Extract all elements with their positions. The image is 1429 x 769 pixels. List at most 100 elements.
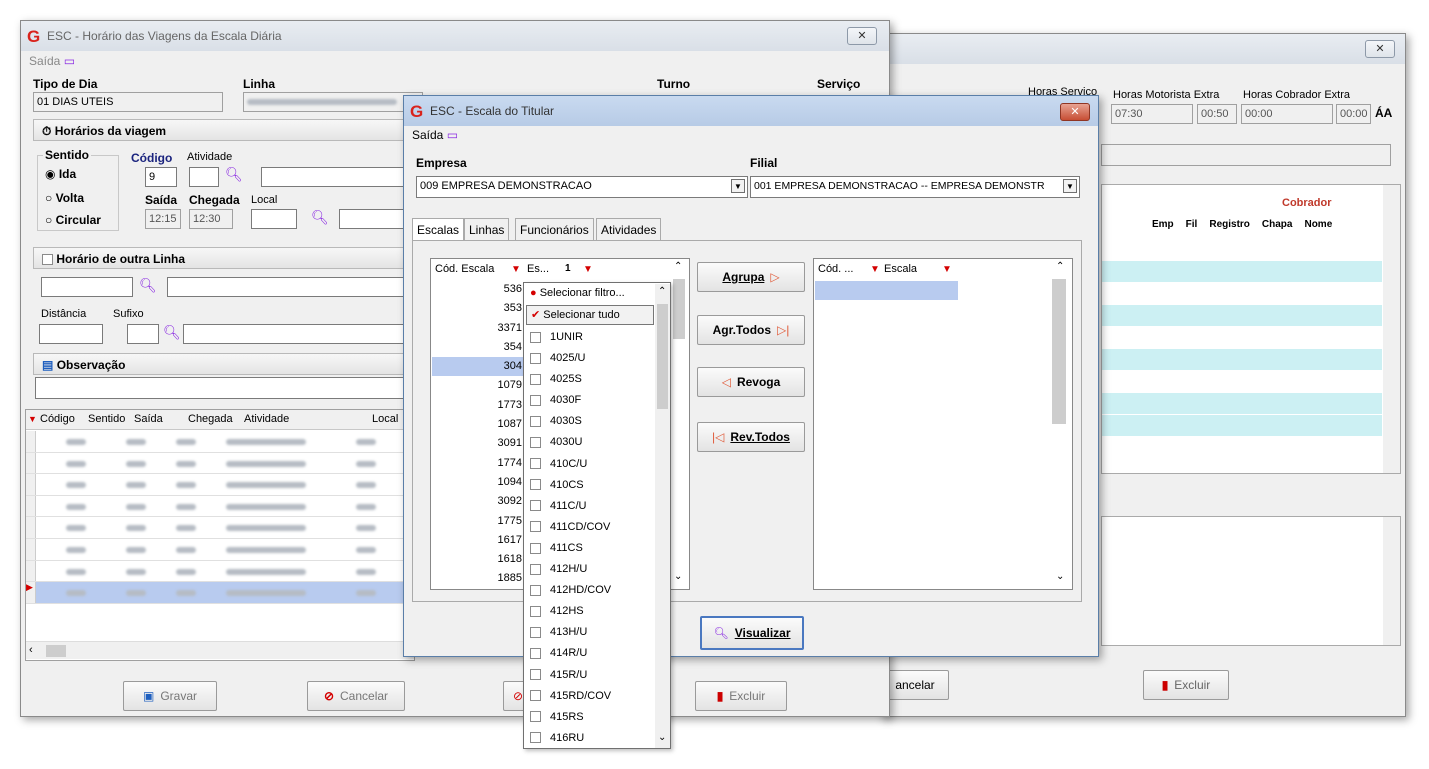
filter-checkbox[interactable] [530, 394, 541, 406]
filial-select[interactable]: 001 EMPRESA DEMONSTRACAO -- EMPRESA DEMO… [750, 176, 1080, 198]
filter-checkbox[interactable] [530, 331, 541, 343]
filter-checkbox[interactable] [530, 415, 541, 427]
outra-linha-code-field[interactable] [41, 277, 133, 297]
col-saida[interactable]: Saída [134, 413, 163, 425]
filter-checkbox[interactable] [530, 563, 541, 575]
atividade-code-field[interactable] [189, 167, 219, 187]
filter-checkbox[interactable] [530, 458, 541, 470]
radio-volta[interactable]: ○ Volta [45, 191, 84, 205]
tab-atividades[interactable]: Atividades [596, 218, 662, 240]
left-scroll-up-icon[interactable]: ⌃ [674, 261, 682, 272]
filter-vscroll[interactable]: ⌃ ⌄ [655, 284, 670, 748]
right-selected-row[interactable] [815, 281, 958, 300]
radio-circular[interactable]: ○ Circular [45, 213, 101, 227]
empresa-dropdown-icon[interactable]: ▼ [731, 179, 745, 193]
tab-escalas[interactable]: Escalas [412, 218, 465, 240]
gravar-button[interactable]: ▣ Gravar [123, 681, 217, 711]
filter-checkbox[interactable] [530, 584, 541, 596]
viagem-row[interactable] [26, 431, 414, 453]
viagens-hscroll-thumb[interactable] [46, 645, 66, 657]
filter-checkbox[interactable] [530, 626, 541, 638]
filter-checkbox[interactable] [530, 542, 541, 554]
col-cod-right[interactable]: Cód. ... [818, 263, 853, 275]
viagens-hscroll[interactable]: ‹ [26, 641, 414, 659]
col-escala-right[interactable]: Escala [884, 263, 917, 275]
bg-grid-scrollbar[interactable] [1383, 185, 1400, 473]
scroll-left-icon[interactable]: ‹ [29, 644, 33, 656]
filter-checkbox[interactable] [530, 669, 541, 681]
atividade-search-icon[interactable]: 🔍︎ [225, 166, 243, 183]
bg-excluir-button[interactable]: ▮ Excluir [1143, 670, 1229, 700]
filter-scroll-down-icon[interactable]: ⌄ [658, 732, 666, 743]
filter-item[interactable]: 415RD/COV [526, 686, 654, 707]
filter-checkbox[interactable] [530, 437, 541, 449]
font-size-icon[interactable]: ÁA [1375, 106, 1392, 120]
filter-item[interactable]: 4025/U [526, 348, 654, 369]
bg-cancelar-button[interactable]: ancelar [881, 670, 949, 700]
col-codigo[interactable]: Código [40, 413, 75, 425]
bg-motorista-field[interactable]: 07:30 [1111, 104, 1193, 124]
filter-cod-right-icon[interactable]: ▼ [870, 264, 880, 275]
dialog-close-button[interactable]: ✕ [1060, 103, 1090, 121]
sufixo-search-icon[interactable]: 🔍︎ [163, 324, 181, 341]
outra-linha-checkbox[interactable] [42, 254, 53, 266]
distancia-field[interactable] [39, 324, 103, 344]
excluir-button[interactable]: ▮ Excluir [695, 681, 787, 711]
outra-linha-search-icon[interactable]: 🔍︎ [139, 277, 157, 294]
bg-memo-scrollbar[interactable] [1383, 517, 1400, 645]
viagem-row[interactable] [26, 560, 414, 583]
filter-scroll-up-icon[interactable]: ⌃ [658, 286, 666, 297]
viagem-row[interactable] [26, 452, 414, 475]
chegada-field[interactable]: 12:30 [189, 209, 233, 229]
filter-item[interactable]: 412HS [526, 601, 654, 622]
filter-item[interactable]: 415RS [526, 707, 654, 728]
filter-checkbox[interactable] [530, 711, 541, 723]
filter-item[interactable]: 412HD/COV [526, 580, 654, 601]
dialog-menu-saida[interactable]: Saída ▭ [412, 128, 458, 142]
viagem-row[interactable]: ▶ [26, 582, 414, 604]
filter-checkbox[interactable] [530, 605, 541, 617]
right-scroll-up-icon[interactable]: ⌃ [1056, 261, 1064, 272]
col-cod-escala[interactable]: Cód. Escala [435, 263, 494, 275]
filter-item[interactable]: 410CS [526, 475, 654, 496]
tab-funcionarios[interactable]: Funcionários [515, 218, 594, 240]
filter-checkbox[interactable] [530, 500, 541, 512]
filter-item[interactable]: 411C/U [526, 496, 654, 517]
filter-item[interactable]: 412H/U [526, 559, 654, 580]
filter-cod-escala-icon[interactable]: ▼ [511, 264, 521, 275]
filter-item[interactable]: 411CS [526, 538, 654, 559]
tab-linhas[interactable]: Linhas [464, 218, 510, 240]
bg-close-button[interactable]: ✕ [1365, 40, 1395, 58]
filter-scroll-thumb[interactable] [657, 304, 668, 409]
right-scroll-down-icon[interactable]: ⌄ [1056, 571, 1064, 582]
revoga-button[interactable]: ◁ Revoga [697, 367, 805, 397]
col-chegada[interactable]: Chegada [188, 413, 233, 425]
observacao-field[interactable] [35, 377, 413, 399]
main-close-button[interactable]: ✕ [847, 27, 877, 45]
filter-checkbox[interactable] [530, 352, 541, 364]
selecionar-tudo-item[interactable]: ✔ Selecionar tudo [526, 305, 654, 325]
filial-dropdown-icon[interactable]: ▼ [1063, 179, 1077, 193]
left-scroll-thumb[interactable] [673, 279, 685, 339]
local-code-field[interactable] [251, 209, 297, 229]
col-atividade[interactable]: Atividade [244, 413, 289, 425]
bg-cobrador-field[interactable]: 00:00 [1241, 104, 1333, 124]
linha-field[interactable] [243, 92, 423, 112]
tipo-dia-field[interactable]: 01 DIAS UTEIS [33, 92, 223, 112]
filter-checkbox[interactable] [530, 648, 541, 659]
col-es[interactable]: Es... [527, 263, 549, 275]
filter-item[interactable]: 413H/U [526, 622, 654, 643]
cancelar-button[interactable]: ⊘ Cancelar [307, 681, 405, 711]
filter-item[interactable]: 414R/U [526, 643, 654, 664]
right-scroll-thumb[interactable] [1052, 279, 1066, 424]
filter-checkbox[interactable] [530, 732, 541, 744]
filter-es-icon[interactable]: ▼ [583, 264, 593, 275]
viagem-row[interactable] [26, 474, 414, 496]
main-menu-saida[interactable]: Saída ▭ [29, 54, 75, 68]
selecionar-filtro-item[interactable]: ● Selecionar filtro... [526, 284, 652, 304]
filter-item[interactable]: 416RU [526, 728, 654, 749]
filter-checkbox[interactable] [530, 690, 541, 702]
filter-checkbox[interactable] [530, 521, 541, 533]
local-search-icon[interactable]: 🔍︎ [311, 209, 329, 226]
col-sentido[interactable]: Sentido [88, 413, 125, 425]
